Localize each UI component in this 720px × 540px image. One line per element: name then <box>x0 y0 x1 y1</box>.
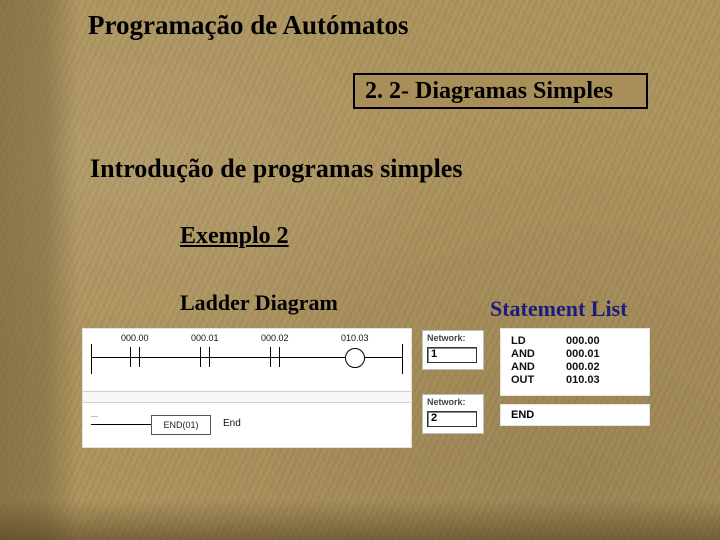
stl-addr: 000.00 <box>566 335 639 348</box>
stl-op: AND <box>511 348 566 361</box>
network-box: Network: 2 <box>422 394 484 434</box>
stl-addr: 000.02 <box>566 361 639 374</box>
network-box: Network: 1 <box>422 330 484 370</box>
ladder-rung2-wire <box>91 424 151 425</box>
contact-icon <box>267 347 283 367</box>
example-label: Exemplo 2 <box>180 223 289 250</box>
stl-row: AND000.01 <box>511 348 639 361</box>
stl-table: LD000.00 AND000.01 AND000.02 OUT010.03 <box>511 335 639 387</box>
ladder-addr: 010.03 <box>341 333 369 343</box>
stl-row: LD000.00 <box>511 335 639 348</box>
section-banner: 2. 2- Diagramas Simples <box>353 73 648 109</box>
stl-op: LD <box>511 335 566 348</box>
ladder-rung-marker: — <box>91 413 98 420</box>
statement-list-end: END <box>500 404 650 426</box>
statement-list-block: LD000.00 AND000.01 AND000.02 OUT010.03 <box>500 328 650 396</box>
ladder-left-rail <box>91 344 92 374</box>
stl-row: OUT010.03 <box>511 374 639 387</box>
ladder-end-label: End <box>223 418 241 429</box>
stl-op: AND <box>511 361 566 374</box>
network-number: 2 <box>431 412 437 424</box>
ladder-addr: 000.02 <box>261 333 289 343</box>
ladder-diagram: 000.00 000.01 000.02 010.03 — END(01) En… <box>82 328 412 448</box>
stl-op: OUT <box>511 374 566 387</box>
ladder-addr: 000.00 <box>121 333 149 343</box>
ladder-column-title: Ladder Diagram <box>180 290 338 316</box>
stl-addr: 010.03 <box>566 374 639 387</box>
coil-icon <box>345 348 365 368</box>
ladder-right-rail <box>402 344 403 374</box>
slide-title: Programação de Autómatos <box>88 10 408 41</box>
stl-column-title: Statement List <box>490 296 627 322</box>
section-banner-text: 2. 2- Diagramas Simples <box>365 78 613 105</box>
stl-addr: 000.01 <box>566 348 639 361</box>
contact-icon <box>127 347 143 367</box>
network-label: Network: <box>427 333 466 343</box>
bottom-shadow <box>0 500 720 540</box>
ladder-end-box: END(01) <box>151 415 211 435</box>
stl-row: AND000.02 <box>511 361 639 374</box>
ladder-addr: 000.01 <box>191 333 219 343</box>
network-number: 1 <box>431 348 437 360</box>
intro-heading: Introdução de programas simples <box>90 154 462 184</box>
ladder-divider <box>83 391 411 403</box>
left-edge-shadow <box>0 0 78 540</box>
network-label: Network: <box>427 397 466 407</box>
contact-icon <box>197 347 213 367</box>
